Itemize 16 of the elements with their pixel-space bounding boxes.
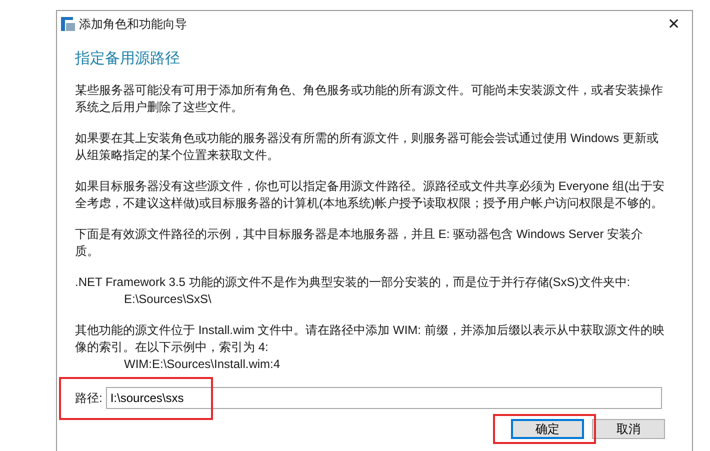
example-path: E:\Sources\SxS\ <box>123 291 212 308</box>
path-field[interactable]: I:\sources\sxs <box>106 387 662 409</box>
close-button[interactable]: ✕ <box>656 11 692 37</box>
paragraph: .NET Framework 3.5 功能的源文件不是作为典型安装的一部分安装的，而是位于并行存储(SxS)文件夹中: <box>75 274 632 291</box>
paragraph: 某些服务器可能没有可用于添加所有角色、角色服务或功能的所有源文件。可能尚未安装源文件，或者安装操作系统之后用户删除了这些文件。 <box>75 82 664 116</box>
server-wizard-icon <box>61 17 75 31</box>
paragraph: 下面是有效源文件路径的示例，其中目标服务器是本地服务器，并且 E: 驱动器包含 Windows Server 安装介质。 <box>75 226 644 260</box>
paragraph: 其他功能的源文件位于 Install.wim 文件中。请在路径中添加 WIM: 前缀，并添加后缀以表示从中获取源文件的映像的索引。在以下示例中，索引为 4: <box>75 322 665 356</box>
paragraph: 如果目标服务器没有这些源文件，你也可以指定备用源文件路径。源路径或文件共享必须为 Everyone 组(出于安全考虑，不建议这样做)或目标服务器的计算机(本地系统)帐户授予读取权限；授予用户帐户访问权限是不够的。 <box>75 178 665 212</box>
page-heading: 指定备用源路径 <box>75 49 181 69</box>
field-label: 路径: <box>75 390 102 406</box>
dialog-button[interactable]: 确定 <box>511 419 584 439</box>
window-title: 添加角色和功能向导 <box>79 16 187 32</box>
paragraph: 如果要在其上安装角色或功能的服务器没有所需的所有源文件，则服务器可能会尝试通过使用 Windows 更新或从组策略指定的某个位置来获取文件。 <box>75 130 660 164</box>
example-path: WIM:E:\Sources\Install.wim:4 <box>123 356 282 373</box>
dialog-button[interactable]: 取消 <box>592 419 665 439</box>
